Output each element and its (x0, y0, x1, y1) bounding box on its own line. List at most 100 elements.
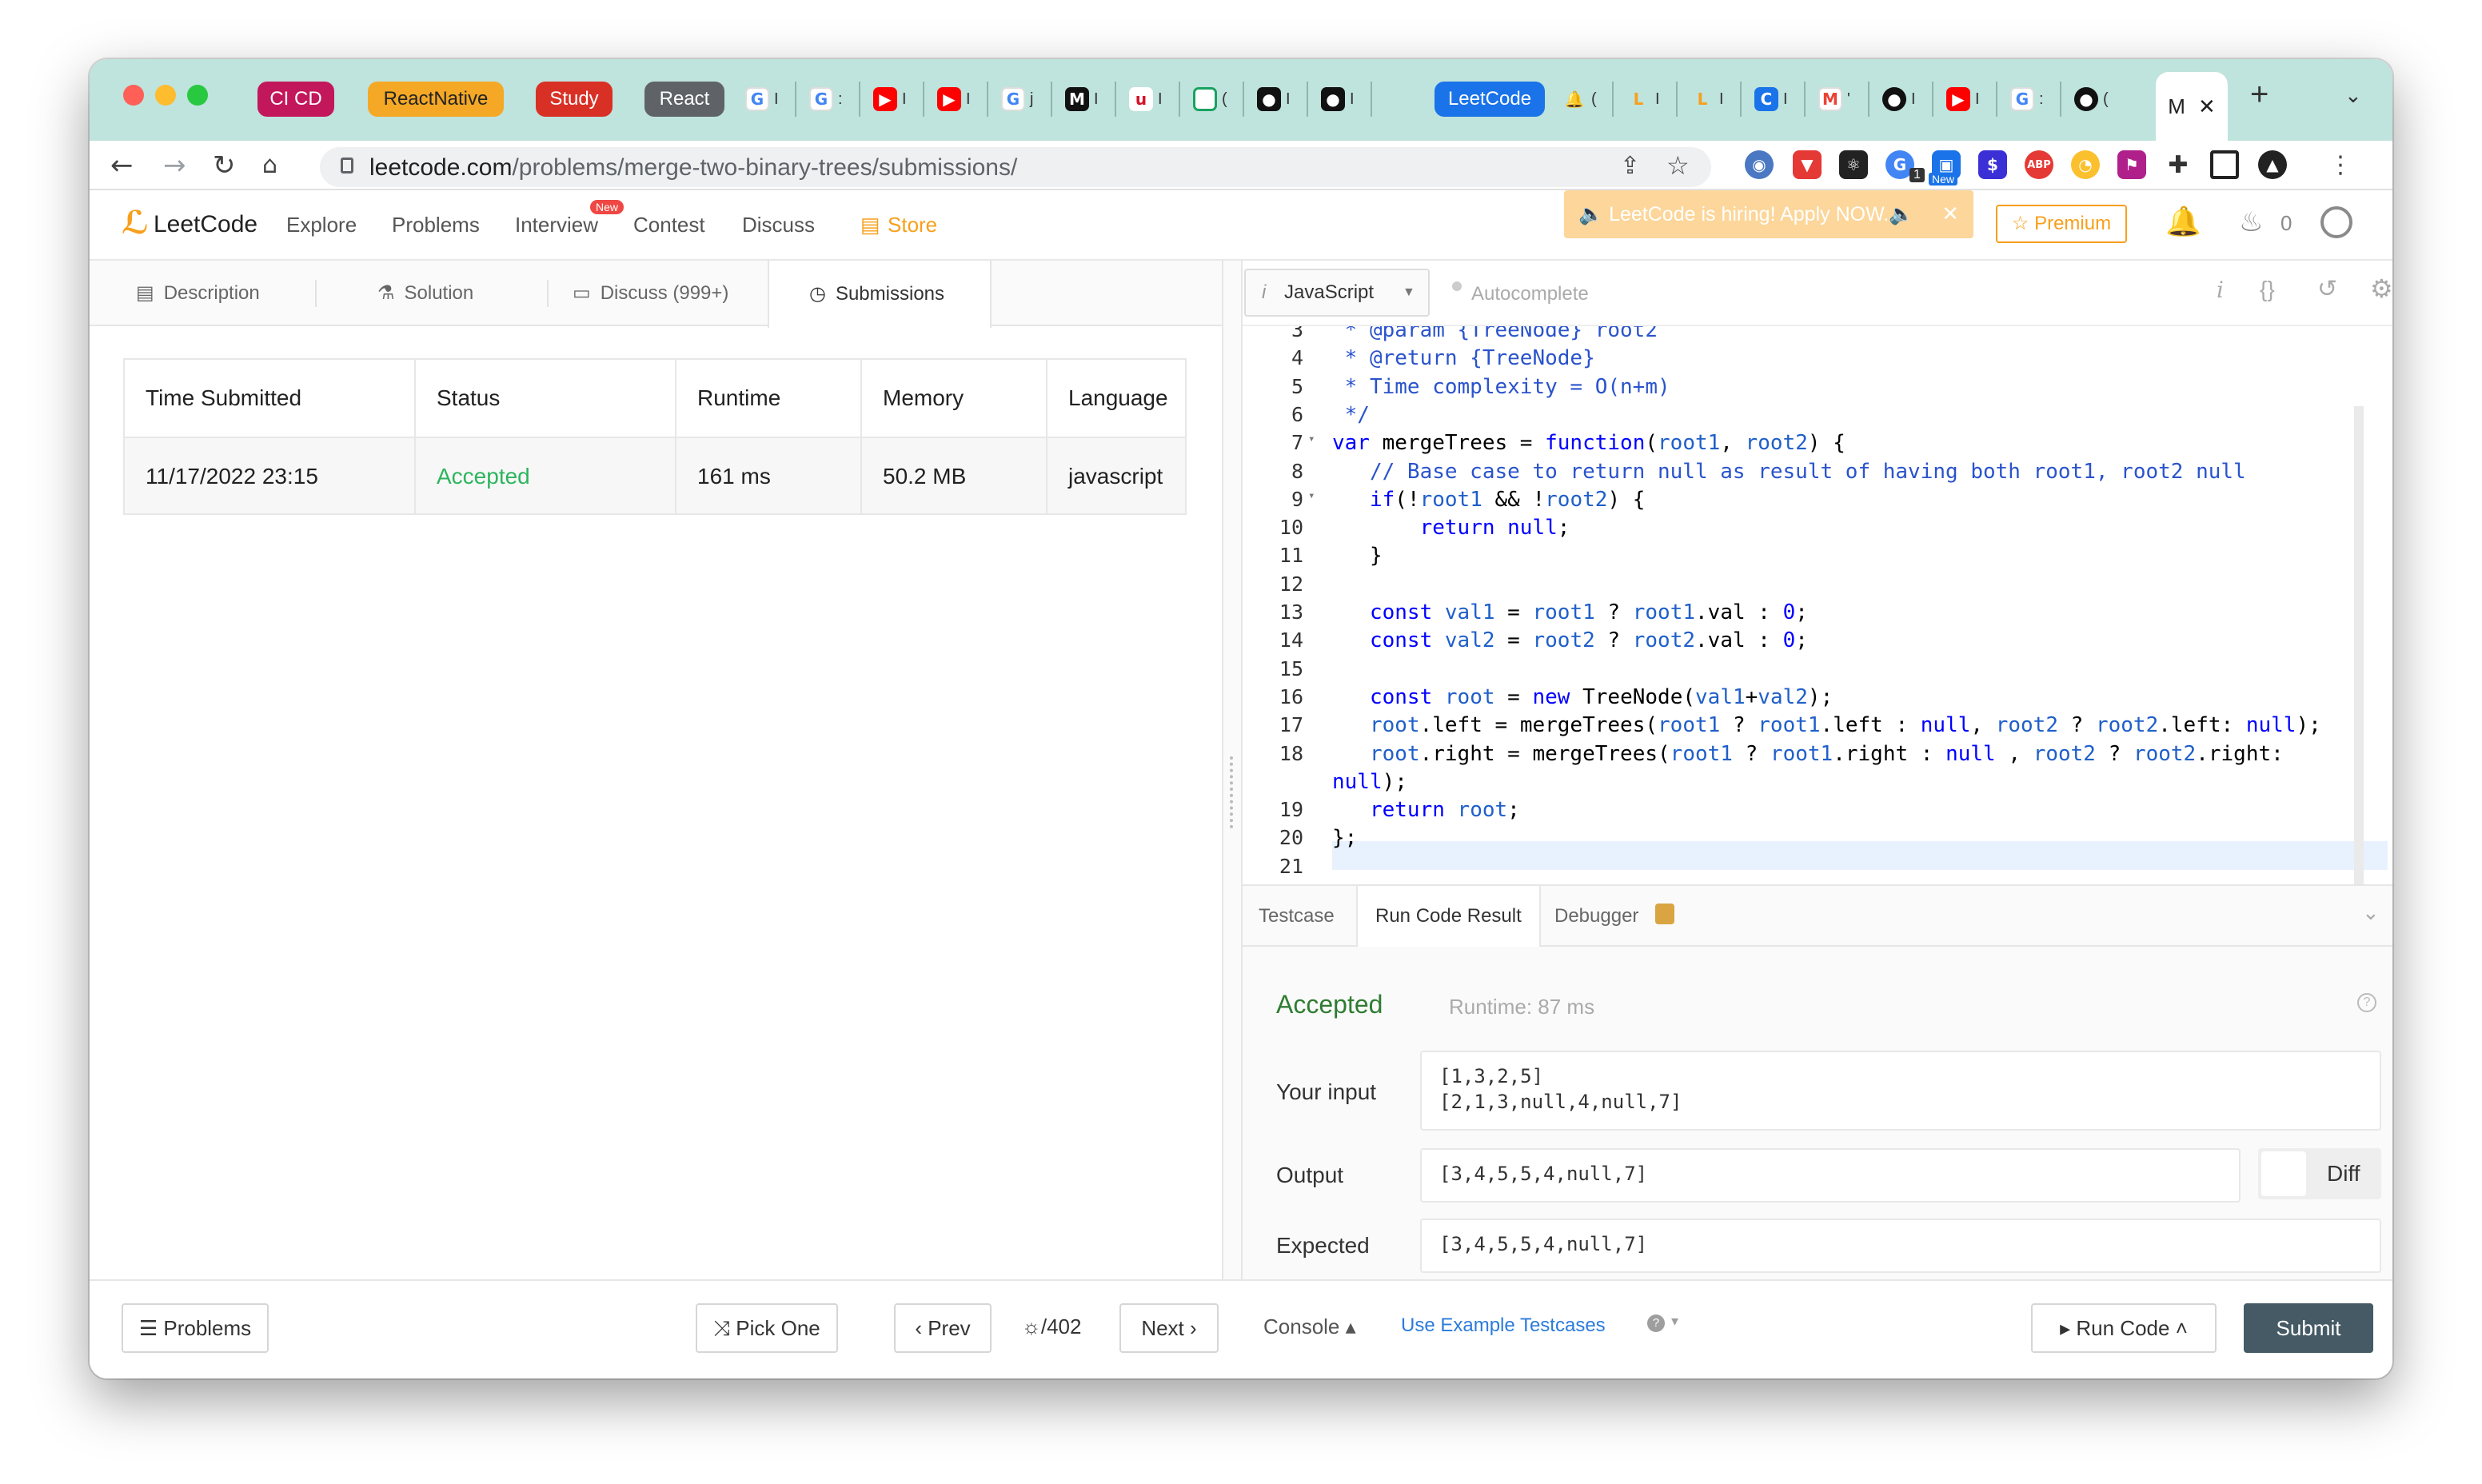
tab-group-study[interactable]: Study (536, 82, 613, 117)
code-line[interactable]: * Time complexity = O(n+m) (1332, 375, 1670, 399)
tab-udemy[interactable]: uI (1123, 82, 1180, 117)
problems-list-button[interactable]: ☰ Problems (122, 1303, 269, 1353)
code-line[interactable]: } (1332, 544, 1383, 568)
close-tab-icon[interactable]: ✕ (2198, 94, 2216, 119)
tab-discuss[interactable]: ▭ Discuss (999+) (573, 261, 728, 326)
tab-github[interactable]: ●( (2068, 82, 2125, 117)
code-line[interactable]: }; (1332, 826, 1357, 850)
collapse-chevron-icon[interactable]: ⌄ (2362, 900, 2380, 925)
tab-document[interactable]: ( (1187, 82, 1244, 117)
tab-media[interactable]: ● I (1251, 82, 1308, 117)
react-devtools-icon[interactable]: ⚛ (1839, 150, 1868, 179)
tab-group-ci-cd[interactable]: CI CD (257, 82, 334, 117)
tab-group-reactnative[interactable]: ReactNative (368, 82, 504, 117)
new-tab-button[interactable]: + (2250, 77, 2269, 113)
tab-chrome-c[interactable]: CI (1748, 82, 1806, 117)
extensions-puzzle-icon[interactable]: ✚ (2164, 150, 2193, 179)
extension-flag-icon[interactable]: ⚑ (2117, 150, 2146, 179)
caret-down-icon[interactable]: ▾ (1671, 1313, 1678, 1330)
nav-discuss[interactable]: Discuss (742, 213, 815, 237)
code-line[interactable]: var mergeTrees = function(root1, root2) … (1332, 431, 1846, 455)
url-text[interactable]: leetcode.com/problems/merge-two-binary-t… (369, 154, 1017, 182)
tab-google[interactable]: G: (803, 82, 860, 117)
code-line[interactable]: return root; (1332, 798, 1520, 822)
autocomplete-toggle[interactable] (1452, 281, 1462, 291)
tab-description[interactable]: ▤ Description (136, 261, 260, 326)
share-icon[interactable]: ⇪ (1620, 152, 1640, 180)
premium-button[interactable]: ☆ Premium (1996, 205, 2127, 243)
code-line[interactable]: null); (1332, 770, 1407, 794)
next-button[interactable]: Next › (1119, 1303, 1219, 1353)
tab-submissions[interactable]: ◷ Submissions (768, 261, 992, 328)
code-line[interactable]: const val1 = root1 ? root1.val : 0; (1332, 600, 1808, 624)
code-line[interactable]: * @return {TreeNode} (1332, 346, 1595, 370)
close-banner-icon[interactable]: ✕ (1941, 201, 1959, 226)
code-line[interactable]: */ (1332, 403, 1370, 427)
home-icon[interactable]: ⌂ (262, 150, 277, 181)
tab-solution[interactable]: ⚗ Solution (377, 261, 473, 326)
tab-group-react[interactable]: React (644, 82, 724, 117)
tab-github[interactable]: ● I (1876, 82, 1933, 117)
minimize-window-button[interactable] (155, 85, 176, 106)
forward-icon[interactable]: → (163, 150, 186, 181)
run-code-button[interactable]: ▸ Run Code ˄ (2031, 1303, 2217, 1353)
bookmark-star-icon[interactable]: ☆ (1666, 150, 1690, 181)
code-line[interactable]: // Base case to return null as result of… (1332, 460, 2246, 484)
tab-testcase[interactable]: Testcase (1259, 886, 1335, 947)
pick-one-button[interactable]: ⤨ Pick One (696, 1303, 838, 1353)
notification-bell-icon[interactable]: 🔔 (2165, 205, 2201, 238)
braces-icon[interactable]: {} (2260, 277, 2275, 302)
code-line[interactable]: root.right = mergeTrees(root1 ? root1.ri… (1332, 742, 2284, 766)
extension-bookmark-icon[interactable]: $ (1978, 150, 2007, 179)
code-line[interactable]: const root = new TreeNode(val1+val2); (1332, 685, 1833, 709)
reload-icon[interactable]: ↻ (213, 150, 236, 181)
side-panel-icon[interactable] (2210, 150, 2239, 179)
address-bar[interactable]: leetcode.com/problems/merge-two-binary-t… (320, 147, 1711, 187)
tab-run-code-result[interactable]: Run Code Result (1356, 886, 1541, 947)
tab-gmail[interactable]: M ' (1812, 82, 1869, 117)
extension-record-icon[interactable]: ◉ (1745, 150, 1774, 179)
tab-google[interactable]: Gj (995, 82, 1052, 117)
tab-youtube[interactable]: ▶ I (867, 82, 924, 117)
extension-shield-icon[interactable]: ▼ (1793, 150, 1822, 179)
submission-status-link[interactable]: Accepted (416, 438, 676, 515)
tab-medium[interactable]: MI (1059, 82, 1116, 117)
adblock-icon[interactable]: ABP (2025, 150, 2053, 179)
code-line[interactable]: return null; (1332, 516, 1570, 540)
back-icon[interactable]: ← (110, 150, 134, 181)
help-circle-icon[interactable]: ? (1647, 1314, 1665, 1332)
close-window-button[interactable] (123, 85, 144, 106)
nav-interview[interactable]: Interview (515, 213, 598, 237)
tab-media[interactable]: ● I (1315, 82, 1372, 117)
editor-scrollbar[interactable] (2354, 406, 2364, 884)
tab-leetcode[interactable]: LI (1684, 82, 1742, 117)
streak-flame-icon[interactable]: ♨ (2239, 206, 2263, 238)
tab-google[interactable]: G: (2004, 82, 2061, 117)
code-line[interactable]: const val2 = root2 ? root2.val : 0; (1332, 628, 1808, 652)
info-icon[interactable]: i (2217, 277, 2224, 303)
settings-gear-icon[interactable]: ⚙ (2370, 273, 2392, 304)
tab-debugger[interactable]: Debugger (1554, 886, 1638, 947)
reset-icon[interactable]: ↺ (2317, 275, 2337, 303)
code-line[interactable]: * @param {TreeNode} root2 (1332, 326, 1658, 342)
tab-notification[interactable]: 🔔( (1556, 82, 1614, 117)
profile-avatar[interactable]: ▲ (2258, 150, 2287, 179)
nav-store[interactable]: Store (888, 213, 937, 237)
logo-text[interactable]: LeetCode (154, 211, 257, 238)
nav-problems[interactable]: Problems (392, 213, 480, 237)
user-avatar-icon[interactable] (2320, 206, 2352, 238)
tab-search-chevron-icon[interactable]: ⌄ (2344, 83, 2362, 108)
tab-youtube[interactable]: ▶ I (1940, 82, 1997, 117)
fold-arrow-icon[interactable]: ▾ (1308, 433, 1324, 445)
hiring-banner[interactable]: 🔈 LeetCode is hiring! Apply NOW.🔈 ✕ (1564, 190, 1973, 238)
fold-arrow-icon[interactable]: ▾ (1308, 489, 1324, 502)
browser-menu-icon[interactable]: ⋮ (2328, 150, 2352, 181)
zoom-window-button[interactable] (187, 85, 208, 106)
console-toggle[interactable]: Console ▴ (1263, 1314, 1356, 1339)
tab-group-leetcode[interactable]: LeetCode (1435, 82, 1545, 117)
submit-button[interactable]: Submit (2244, 1303, 2373, 1353)
nav-explore[interactable]: Explore (286, 213, 357, 237)
code-line[interactable]: if(!root1 && !root2) { (1332, 488, 1645, 512)
leetcode-logo-icon[interactable]: ℒ (122, 205, 149, 241)
diff-toggle[interactable]: Diff (2258, 1148, 2381, 1199)
